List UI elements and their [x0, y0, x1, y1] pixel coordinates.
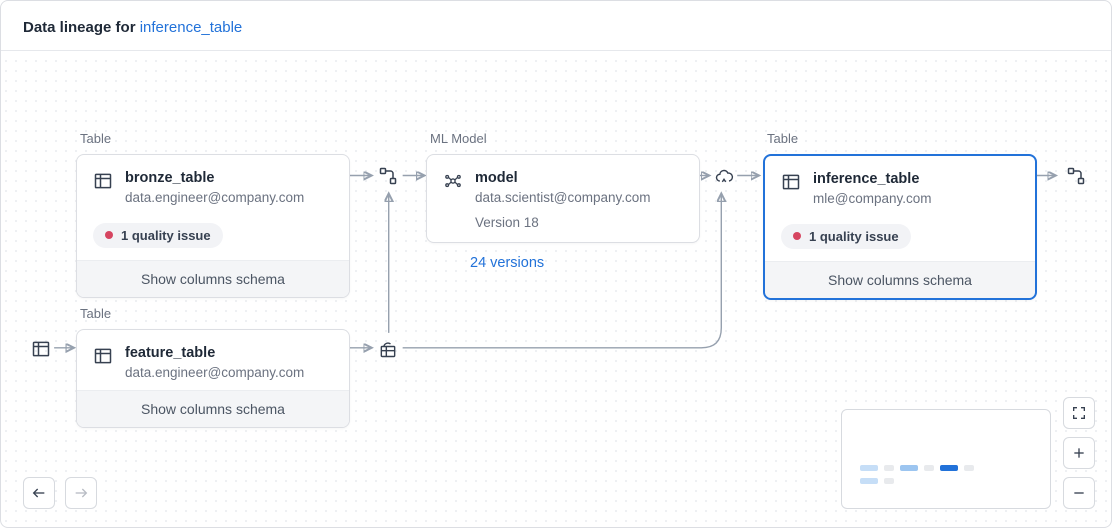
- header-subject-link[interactable]: inference_table: [140, 19, 243, 36]
- show-schema-button[interactable]: Show columns schema: [77, 260, 349, 297]
- issue-text: 1 quality issue: [121, 228, 211, 243]
- node-type-label: Table: [80, 306, 350, 321]
- arrow-left-icon: [31, 485, 47, 501]
- node-bronze-table[interactable]: bronze_table data.engineer@company.com 1…: [76, 154, 350, 298]
- nav-forward-button[interactable]: [65, 477, 97, 509]
- history-nav: [23, 477, 97, 509]
- issue-dot-icon: [105, 231, 113, 239]
- show-schema-button[interactable]: Show columns schema: [77, 390, 349, 427]
- zoom-fit-button[interactable]: [1063, 397, 1095, 429]
- node-title: feature_table: [125, 344, 304, 364]
- table-icon: [93, 171, 113, 191]
- minimap-node: [884, 478, 894, 484]
- table-icon: [781, 172, 801, 192]
- issue-dot-icon: [793, 232, 801, 240]
- ml-model-icon: [443, 171, 463, 191]
- zoom-controls: [1063, 397, 1095, 509]
- node-model[interactable]: model data.scientist@company.com Version…: [426, 154, 700, 243]
- workflow-icon: [378, 166, 398, 186]
- node-inference-table[interactable]: inference_table mle@company.com 1 qualit…: [763, 154, 1037, 300]
- minimap-node: [884, 465, 894, 471]
- minus-icon: [1071, 485, 1087, 501]
- node-title: bronze_table: [125, 169, 304, 189]
- cloud-serving-icon: [714, 166, 734, 186]
- minimap[interactable]: [841, 409, 1051, 509]
- nav-back-button[interactable]: [23, 477, 55, 509]
- minimap-node: [860, 478, 878, 484]
- lineage-canvas[interactable]: Table bronze_table data.engineer@company…: [1, 56, 1111, 527]
- quality-issue-badge[interactable]: 1 quality issue: [93, 223, 223, 248]
- node-owner: data.scientist@company.com: [475, 190, 651, 205]
- quality-issue-badge[interactable]: 1 quality issue: [781, 224, 911, 249]
- node-type-label: Table: [80, 131, 350, 146]
- header-prefix: Data lineage for: [23, 19, 140, 36]
- node-type-label: Table: [767, 131, 1037, 146]
- feature-store-node[interactable]: [373, 334, 403, 364]
- upstream-table-node[interactable]: [26, 334, 56, 364]
- table-icon: [93, 346, 113, 366]
- show-schema-button[interactable]: Show columns schema: [765, 261, 1035, 298]
- model-version-label: Version 18: [427, 215, 699, 242]
- node-owner: data.engineer@company.com: [125, 190, 304, 205]
- workflow-icon: [1066, 166, 1086, 186]
- minimap-node: [940, 465, 958, 471]
- plus-icon: [1071, 445, 1087, 461]
- zoom-in-button[interactable]: [1063, 437, 1095, 469]
- issue-text: 1 quality issue: [809, 229, 899, 244]
- arrow-right-icon: [73, 485, 89, 501]
- table-icon: [31, 339, 51, 359]
- minimap-node: [900, 465, 918, 471]
- fullscreen-icon: [1071, 405, 1087, 421]
- node-title: model: [475, 169, 651, 189]
- lineage-panel: Data lineage for inference_table: [0, 0, 1112, 528]
- serving-endpoint-node[interactable]: [709, 161, 739, 191]
- node-feature-table[interactable]: feature_table data.engineer@company.com …: [76, 329, 350, 428]
- node-title: inference_table: [813, 170, 932, 190]
- workflow-node[interactable]: [373, 161, 403, 191]
- model-versions-link[interactable]: 24 versions: [470, 255, 544, 271]
- minimap-node: [860, 465, 878, 471]
- node-owner: mle@company.com: [813, 191, 932, 206]
- node-type-label: ML Model: [430, 131, 700, 146]
- panel-header: Data lineage for inference_table: [1, 1, 1111, 51]
- minimap-node: [924, 465, 934, 471]
- workflow-node[interactable]: [1061, 161, 1091, 191]
- feature-store-icon: [378, 339, 398, 359]
- zoom-out-button[interactable]: [1063, 477, 1095, 509]
- minimap-node: [964, 465, 974, 471]
- node-owner: data.engineer@company.com: [125, 365, 304, 380]
